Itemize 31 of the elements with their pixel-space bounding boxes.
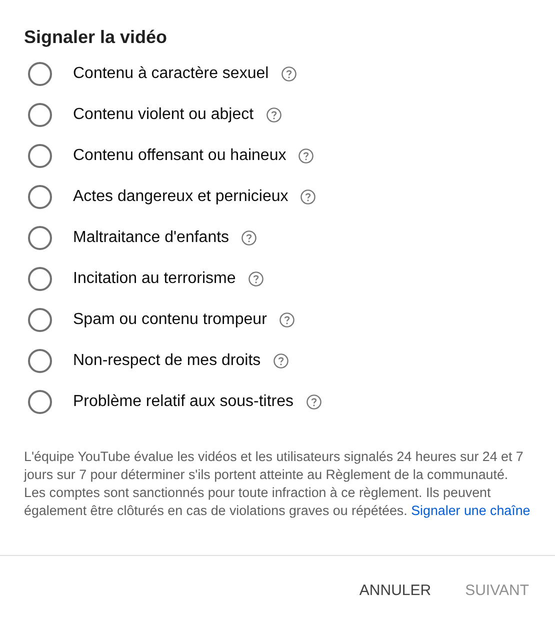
dialog-title: Signaler la vidéo — [23, 26, 168, 48]
help-icon[interactable] — [300, 189, 316, 205]
option-label: Spam ou contenu trompeur — [73, 311, 267, 329]
option-label: Non-respect de mes droits — [73, 352, 261, 370]
radio-button[interactable] — [28, 349, 52, 373]
radio-button[interactable] — [28, 185, 52, 209]
notice-text: L'équipe YouTube évalue les vidéos et les utilisateurs signalés 24 heures sur 24 et 7 jours sur 7 pour déterminer s'ils portent atteinte au Règlement de la communauté. Les comptes sont sanctionnés pour toute infraction à ce règlement. Ils peuvent également être clôturés en cas de violations graves ou répétées. Signaler une chaîne — [24, 448, 531, 520]
option-label: Contenu à caractère sexuel — [73, 65, 269, 83]
radio-button[interactable] — [28, 308, 52, 332]
radio-button[interactable] — [28, 144, 52, 168]
help-icon[interactable] — [266, 107, 282, 123]
radio-button[interactable] — [28, 103, 52, 127]
report-channel-link[interactable]: Signaler une chaîne — [411, 503, 530, 518]
help-icon[interactable] — [241, 230, 258, 246]
help-icon[interactable] — [278, 312, 295, 328]
radio-button[interactable] — [28, 62, 52, 86]
option-label: Problème relatif aux sous-titres — [73, 393, 294, 411]
help-icon[interactable] — [306, 394, 322, 410]
option-label: Incitation au terrorisme — [73, 270, 236, 288]
option-label: Contenu violent ou abject — [73, 106, 254, 124]
cancel-button[interactable]: ANNULER — [351, 574, 440, 607]
help-icon[interactable] — [272, 353, 289, 369]
help-icon[interactable] — [280, 66, 297, 82]
option-label: Actes dangereux et pernicieux — [73, 188, 288, 206]
radio-button[interactable] — [28, 267, 52, 291]
radio-button[interactable] — [28, 390, 52, 414]
option-label: Maltraitance d'enfants — [73, 229, 230, 247]
radio-button[interactable] — [28, 226, 52, 250]
help-icon[interactable] — [248, 271, 264, 287]
option-label: Contenu offensant ou haineux — [73, 147, 286, 165]
help-icon[interactable] — [298, 148, 314, 164]
